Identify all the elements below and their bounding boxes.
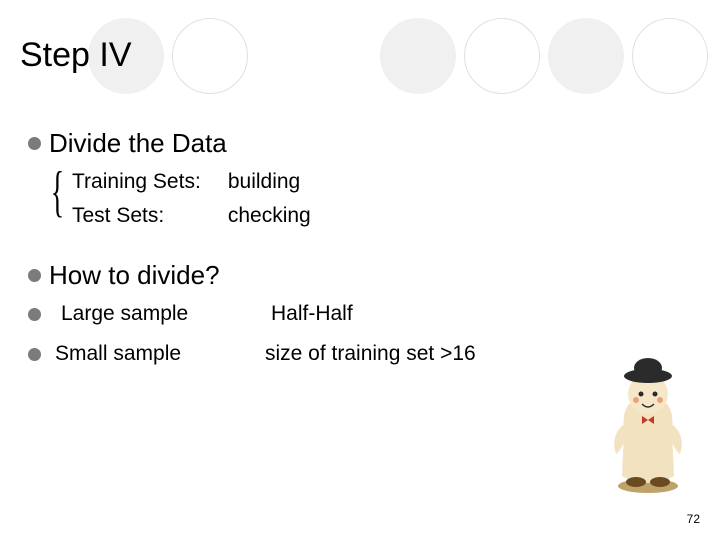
bullet-how-to-divide: How to divide? (28, 260, 220, 291)
circle-icon (380, 18, 456, 94)
page-number: 72 (687, 512, 700, 526)
sub-value: checking (228, 204, 311, 227)
small-sample-label: Small sample (55, 342, 265, 366)
sub-value: building (228, 170, 300, 193)
circle-icon (172, 18, 248, 94)
row-large-sample: Large sample Half-Half (28, 302, 353, 326)
bullet-icon (28, 269, 41, 282)
sub-label: Training Sets: (72, 170, 222, 194)
sub-label: Test Sets: (72, 204, 222, 228)
mascot-image (602, 358, 694, 494)
bullet-text: Divide the Data (49, 128, 227, 159)
small-sample-value: size of training set >16 (265, 342, 476, 366)
circle-icon (548, 18, 624, 94)
large-sample-value: Half-Half (271, 302, 353, 326)
bullet-icon (28, 308, 41, 321)
bullet-icon (28, 137, 41, 150)
bullet-icon (28, 348, 41, 361)
sub-training-sets: Training Sets: building (72, 170, 300, 194)
circle-icon (632, 18, 708, 94)
sub-test-sets: Test Sets: checking (72, 204, 311, 228)
bullet-text: How to divide? (49, 260, 220, 291)
bullet-divide-data: Divide the Data (28, 128, 227, 159)
page-title: Step IV (20, 36, 132, 75)
row-small-sample: Small sample size of training set >16 (28, 342, 476, 366)
brace-icon: { (51, 160, 64, 224)
circle-icon (464, 18, 540, 94)
large-sample-label: Large sample (61, 302, 271, 326)
